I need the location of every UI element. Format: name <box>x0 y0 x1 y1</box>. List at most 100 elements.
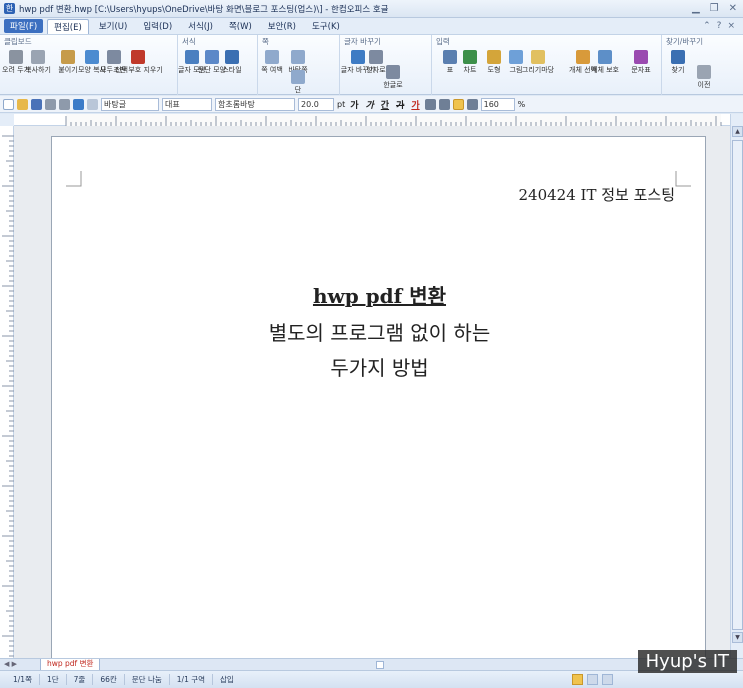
doc-line-3[interactable]: 두가지 방법 <box>52 352 707 381</box>
document-page[interactable]: 240424 IT 정보 포스팅 hwp pdf 변환 별도의 프로그램 없이 … <box>51 136 706 658</box>
menu-bar: 파일(F) 편집(E) 보기(U) 입력(D) 서식(J) 쪽(W) 보안(R)… <box>0 18 743 35</box>
margin-icon <box>265 50 279 64</box>
table-button[interactable]: 표 <box>442 50 458 74</box>
vertical-ruler[interactable] <box>0 126 14 667</box>
char-convert-icon <box>351 50 365 64</box>
menu-security[interactable]: 보안(R) <box>262 19 302 33</box>
clipart-button[interactable]: 그리기마당 <box>522 50 554 74</box>
menu-page[interactable]: 쪽(W) <box>223 19 258 33</box>
scroll-down-icon[interactable]: ▼ <box>732 632 743 643</box>
web-view-icon[interactable] <box>587 674 598 685</box>
eraser-button[interactable]: 조판 부호 지우기 <box>113 50 163 74</box>
font-size-input[interactable]: 20.0 <box>298 97 334 111</box>
clipart-icon <box>531 50 545 64</box>
doc-line-2[interactable]: 별도의 프로그램 없이 하는 <box>52 317 707 346</box>
line-spacing-input[interactable]: 160 <box>480 97 515 111</box>
column-button[interactable]: 단 <box>290 70 306 94</box>
ribbon-button-label: 찾기 <box>671 66 685 74</box>
close-icon[interactable]: ✕ <box>729 3 737 14</box>
preview-icon[interactable] <box>59 98 70 110</box>
doc-title[interactable]: hwp pdf 변환 <box>52 280 707 309</box>
undo-icon[interactable] <box>73 98 84 110</box>
para-shape-button[interactable]: 문단 모양 <box>198 50 226 74</box>
underline-button[interactable]: 간 <box>379 98 391 111</box>
margin-corner-top-right <box>675 171 691 187</box>
font-color-button[interactable]: 가 <box>409 98 421 111</box>
scroll-up-icon[interactable]: ▲ <box>732 126 743 137</box>
char-shape-icon <box>185 50 199 64</box>
minimize-icon[interactable]: ▁ <box>692 3 700 14</box>
open-icon[interactable] <box>17 98 28 110</box>
menu-format[interactable]: 서식(J) <box>182 19 219 33</box>
shape-button[interactable]: 도형 <box>486 50 502 74</box>
status-page[interactable]: 1/1쪽 <box>6 674 40 685</box>
new-doc-icon[interactable] <box>3 98 14 110</box>
strike-button[interactable]: 가 <box>394 98 406 111</box>
margin-button[interactable]: 쪽 여백 <box>261 50 283 74</box>
menu-insert[interactable]: 입력(D) <box>137 19 178 33</box>
margin-corner-top-left <box>66 171 82 187</box>
object-protect-button[interactable]: 개체 보호 <box>591 50 619 74</box>
menu-view[interactable]: 보기(U) <box>93 19 134 33</box>
page-view-icon[interactable] <box>572 674 583 685</box>
doc-close-icon[interactable]: × <box>727 21 735 31</box>
outline-view-icon[interactable] <box>602 674 613 685</box>
table-icon <box>443 50 457 64</box>
scroll-thumb[interactable] <box>732 140 743 630</box>
align-right-icon[interactable] <box>466 98 478 110</box>
ribbon-button-label: 스타일 <box>222 66 242 74</box>
redo-icon[interactable] <box>87 98 98 110</box>
group-label-find: 찾기/바꾸기 <box>666 37 704 46</box>
ribbon-button-label: 그림 <box>509 66 523 74</box>
status-section[interactable]: 1/1 구역 <box>170 674 214 685</box>
ruler-corner[interactable] <box>0 114 14 126</box>
paste-button[interactable]: 붙이기 <box>58 50 78 74</box>
picture-icon <box>509 50 523 64</box>
italic-button[interactable]: 가 <box>364 98 376 111</box>
find-button[interactable]: 찾기 <box>670 50 686 74</box>
window-controls: ▁ ❐ ✕ <box>692 3 737 14</box>
header-text[interactable]: 240424 IT 정보 포스팅 <box>519 184 676 205</box>
group-label-clipboard: 클립보드 <box>4 37 32 46</box>
ribbon-button-label: 표 <box>446 66 454 74</box>
ribbon-button-label: 조판 부호 지우기 <box>113 66 163 74</box>
print-icon[interactable] <box>45 98 56 110</box>
size-unit-label: pt <box>337 99 346 109</box>
style-button[interactable]: 스타일 <box>222 50 242 74</box>
font-select[interactable]: 함초롬바탕 <box>215 97 295 111</box>
watermark-logo: Hyup's IT <box>637 650 737 673</box>
language-select[interactable]: 대표 <box>162 97 212 111</box>
horizontal-ruler[interactable] <box>14 114 730 126</box>
char-convert-button[interactable]: 글자 바꾸기 <box>341 50 375 74</box>
object-select-button[interactable]: 개체 선택 <box>569 50 597 74</box>
tab-nav-icons[interactable]: ◀ ▶ <box>4 660 17 668</box>
help-icon[interactable]: ? <box>717 21 722 31</box>
restore-icon[interactable]: ❐ <box>710 3 719 14</box>
scissors-button[interactable]: 오려 두기 <box>2 50 30 74</box>
bold-button[interactable]: 가 <box>348 98 360 111</box>
align-center-icon[interactable] <box>452 98 464 110</box>
align-left-icon[interactable] <box>438 98 450 110</box>
hangul-icon <box>386 65 400 79</box>
status-insert-mode[interactable]: 삽입 <box>213 674 241 685</box>
column-icon <box>291 70 305 84</box>
align-justify-icon[interactable] <box>424 98 436 110</box>
menu-edit[interactable]: 편집(E) <box>47 18 89 34</box>
format-painter-button[interactable]: 모양 복사 <box>78 50 106 74</box>
menu-file[interactable]: 파일(F) <box>4 19 44 33</box>
ribbon-collapse-icon[interactable]: ⌃ <box>703 21 711 31</box>
prev-button[interactable]: 이전 <box>696 65 712 89</box>
symbol-button[interactable]: 문자표 <box>631 50 651 74</box>
save-icon[interactable] <box>31 98 42 110</box>
paste-icon <box>61 50 75 64</box>
group-label-page: 쪽 <box>262 37 269 46</box>
vertical-scrollbar[interactable]: ▲ ▼ <box>730 114 743 658</box>
copy-button[interactable]: 복사하기 <box>25 50 51 74</box>
ribbon-button-label: 단 <box>294 86 302 94</box>
chart-button[interactable]: 차트 <box>462 50 478 74</box>
hscroll-handle[interactable] <box>376 661 384 669</box>
hangul-button[interactable]: 한글로 <box>383 65 403 89</box>
style-select[interactable]: 바탕글 <box>101 97 159 111</box>
document-canvas[interactable]: 240424 IT 정보 포스팅 hwp pdf 변환 별도의 프로그램 없이 … <box>14 126 730 658</box>
menu-tools[interactable]: 도구(K) <box>306 19 346 33</box>
